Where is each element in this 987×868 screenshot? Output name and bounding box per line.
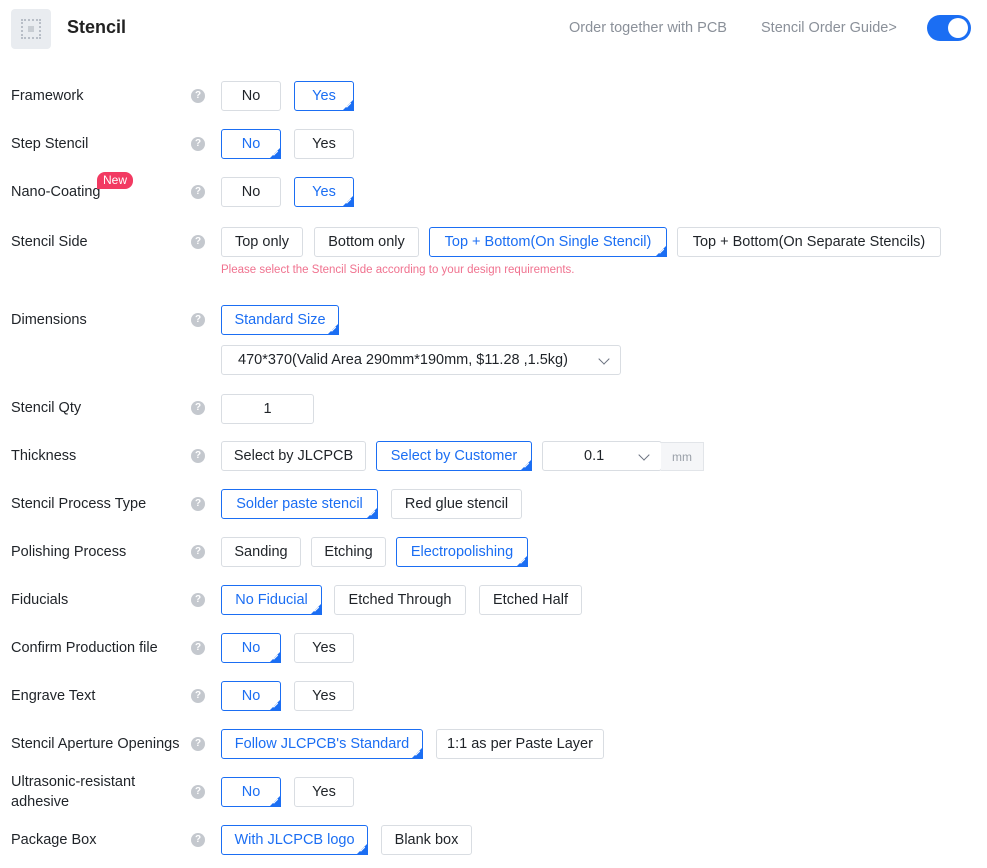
stencil-toggle[interactable] — [927, 15, 971, 41]
chevron-down-icon — [598, 353, 610, 365]
size-select[interactable]: 470*370(Valid Area 290mm*190mm, $11.28 ,… — [221, 345, 621, 375]
question-circle-icon[interactable]: ? — [191, 137, 205, 151]
standard-size-option[interactable]: Standard Size — [221, 305, 339, 335]
thickness-unit: mm — [661, 442, 704, 471]
confirm-file-label: Confirm Production file — [11, 640, 158, 656]
nano-coating-label: Nano-Coating — [11, 184, 101, 200]
question-circle-icon[interactable]: ? — [191, 89, 205, 103]
electropolishing-option[interactable]: Electropolishing — [396, 537, 528, 567]
question-circle-icon[interactable]: ? — [191, 689, 205, 703]
stencil-side-separate-option[interactable]: Top + Bottom(On Separate Stencils) — [677, 227, 941, 257]
step-stencil-yes-option[interactable]: Yes — [294, 129, 354, 159]
process-type-label: Stencil Process Type — [11, 496, 147, 512]
stencil-qty-label: Stencil Qty — [11, 400, 82, 416]
solder-paste-option[interactable]: Solder paste stencil — [221, 489, 378, 519]
step-stencil-no-option[interactable]: No — [221, 129, 281, 159]
question-circle-icon[interactable]: ? — [191, 235, 205, 249]
thickness-by-jlcpcb-option[interactable]: Select by JLCPCB — [221, 441, 366, 471]
package-box-label: Package Box — [11, 832, 97, 848]
thickness-by-customer-option[interactable]: Select by Customer — [376, 441, 532, 471]
question-circle-icon[interactable]: ? — [191, 593, 205, 607]
confirm-file-no-option[interactable]: No — [221, 633, 281, 663]
question-circle-icon[interactable]: ? — [191, 313, 205, 327]
stencil-side-top-option[interactable]: Top only — [221, 227, 303, 257]
with-logo-option[interactable]: With JLCPCB logo — [221, 825, 368, 855]
framework-no-option[interactable]: No — [221, 81, 281, 111]
question-circle-icon[interactable]: ? — [191, 785, 205, 799]
red-glue-option[interactable]: Red glue stencil — [391, 489, 522, 519]
aperture-label: Stencil Aperture Openings — [11, 736, 180, 752]
engrave-text-yes-option[interactable]: Yes — [294, 681, 354, 711]
question-circle-icon[interactable]: ? — [191, 449, 205, 463]
question-circle-icon[interactable]: ? — [191, 641, 205, 655]
question-circle-icon[interactable]: ? — [191, 497, 205, 511]
stencil-side-bottom-option[interactable]: Bottom only — [314, 227, 419, 257]
new-badge: New — [97, 172, 134, 189]
stencil-side-hint: Please select the Stencil Side according… — [221, 264, 575, 276]
nano-coating-no-option[interactable]: No — [221, 177, 281, 207]
question-circle-icon[interactable]: ? — [191, 737, 205, 751]
question-circle-icon[interactable]: ? — [191, 401, 205, 415]
etched-half-option[interactable]: Etched Half — [479, 585, 582, 615]
confirm-file-yes-option[interactable]: Yes — [294, 633, 354, 663]
fiducials-label: Fiducials — [11, 592, 69, 608]
stencil-side-label: Stencil Side — [11, 234, 88, 250]
ultrasonic-yes-option[interactable]: Yes — [294, 777, 354, 807]
stencil-qty-input[interactable]: 1 — [221, 394, 314, 424]
stencil-icon — [11, 9, 51, 49]
page-title: Stencil — [67, 17, 127, 37]
question-circle-icon[interactable]: ? — [191, 833, 205, 847]
framework-yes-option[interactable]: Yes — [294, 81, 354, 111]
polishing-label: Polishing Process — [11, 544, 127, 560]
framework-label: Framework — [11, 88, 84, 104]
question-circle-icon[interactable]: ? — [191, 185, 205, 199]
thickness-select-value: 0.1 — [584, 448, 605, 464]
follow-standard-option[interactable]: Follow JLCPCB's Standard — [221, 729, 423, 759]
engrave-text-label: Engrave Text — [11, 688, 96, 704]
stencil-order-guide-link[interactable]: Stencil Order Guide> — [761, 20, 897, 36]
blank-box-option[interactable]: Blank box — [381, 825, 472, 855]
engrave-text-no-option[interactable]: No — [221, 681, 281, 711]
ultrasonic-label-line1: Ultrasonic-resistant — [11, 774, 136, 790]
etching-option[interactable]: Etching — [311, 537, 386, 567]
etched-through-option[interactable]: Etched Through — [334, 585, 466, 615]
order-with-pcb-label: Order together with PCB — [569, 20, 727, 36]
chevron-down-icon — [638, 449, 650, 461]
dimensions-label: Dimensions — [11, 312, 87, 328]
sanding-option[interactable]: Sanding — [221, 537, 301, 567]
step-stencil-label: Step Stencil — [11, 136, 89, 152]
ultrasonic-no-option[interactable]: No — [221, 777, 281, 807]
stencil-header: Stencil Order together with PCB Stencil … — [0, 0, 987, 58]
thickness-select[interactable]: 0.1 — [542, 441, 662, 471]
no-fiducial-option[interactable]: No Fiducial — [221, 585, 322, 615]
size-select-value: 470*370(Valid Area 290mm*190mm, $11.28 ,… — [238, 352, 568, 368]
thickness-label: Thickness — [11, 448, 77, 464]
ultrasonic-label-line2: adhesive — [11, 794, 70, 810]
paste-layer-option[interactable]: 1:1 as per Paste Layer — [436, 729, 604, 759]
stencil-side-single-option[interactable]: Top + Bottom(On Single Stencil) — [429, 227, 667, 257]
nano-coating-yes-option[interactable]: Yes — [294, 177, 354, 207]
question-circle-icon[interactable]: ? — [191, 545, 205, 559]
